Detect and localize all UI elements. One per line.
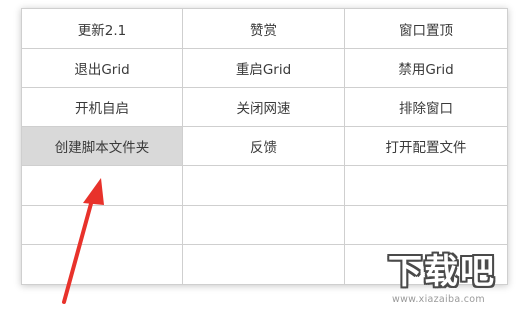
grid-menu: 更新2.1 赞赏 窗口置顶 退出Grid 重启Grid 禁用Grid 开机自启 …: [22, 9, 507, 284]
menu-item-create-script-folder[interactable]: 创建脚本文件夹: [22, 127, 183, 166]
menu-empty-cell: [183, 166, 345, 206]
menu-empty-cell: [22, 245, 183, 284]
menu-empty-cell: [22, 206, 183, 245]
menu-item-donate[interactable]: 赞赏: [183, 9, 345, 49]
menu-item-disable-netspeed[interactable]: 关闭网速: [183, 88, 345, 127]
menu-item-update[interactable]: 更新2.1: [22, 9, 183, 49]
menu-item-feedback[interactable]: 反馈: [183, 127, 345, 166]
menu-empty-cell: [183, 206, 345, 245]
menu-item-exit-grid[interactable]: 退出Grid: [22, 49, 183, 88]
menu-item-open-config[interactable]: 打开配置文件: [345, 127, 507, 166]
menu-empty-cell: [183, 245, 345, 284]
menu-item-window-on-top[interactable]: 窗口置顶: [345, 9, 507, 49]
watermark-url: www.xiazaiba.com: [392, 294, 485, 305]
menu-empty-cell: [345, 166, 507, 206]
menu-empty-cell: [22, 166, 183, 206]
watermark-logo: 下载吧: [388, 252, 496, 292]
menu-item-restart-grid[interactable]: 重启Grid: [183, 49, 345, 88]
grid-menu-panel: 更新2.1 赞赏 窗口置顶 退出Grid 重启Grid 禁用Grid 开机自启 …: [21, 8, 508, 285]
menu-item-disable-grid[interactable]: 禁用Grid: [345, 49, 507, 88]
menu-empty-cell: [345, 206, 507, 245]
menu-item-exclude-window[interactable]: 排除窗口: [345, 88, 507, 127]
menu-item-autostart[interactable]: 开机自启: [22, 88, 183, 127]
site-watermark: 下载吧 www.xiazaiba.com: [388, 252, 524, 310]
